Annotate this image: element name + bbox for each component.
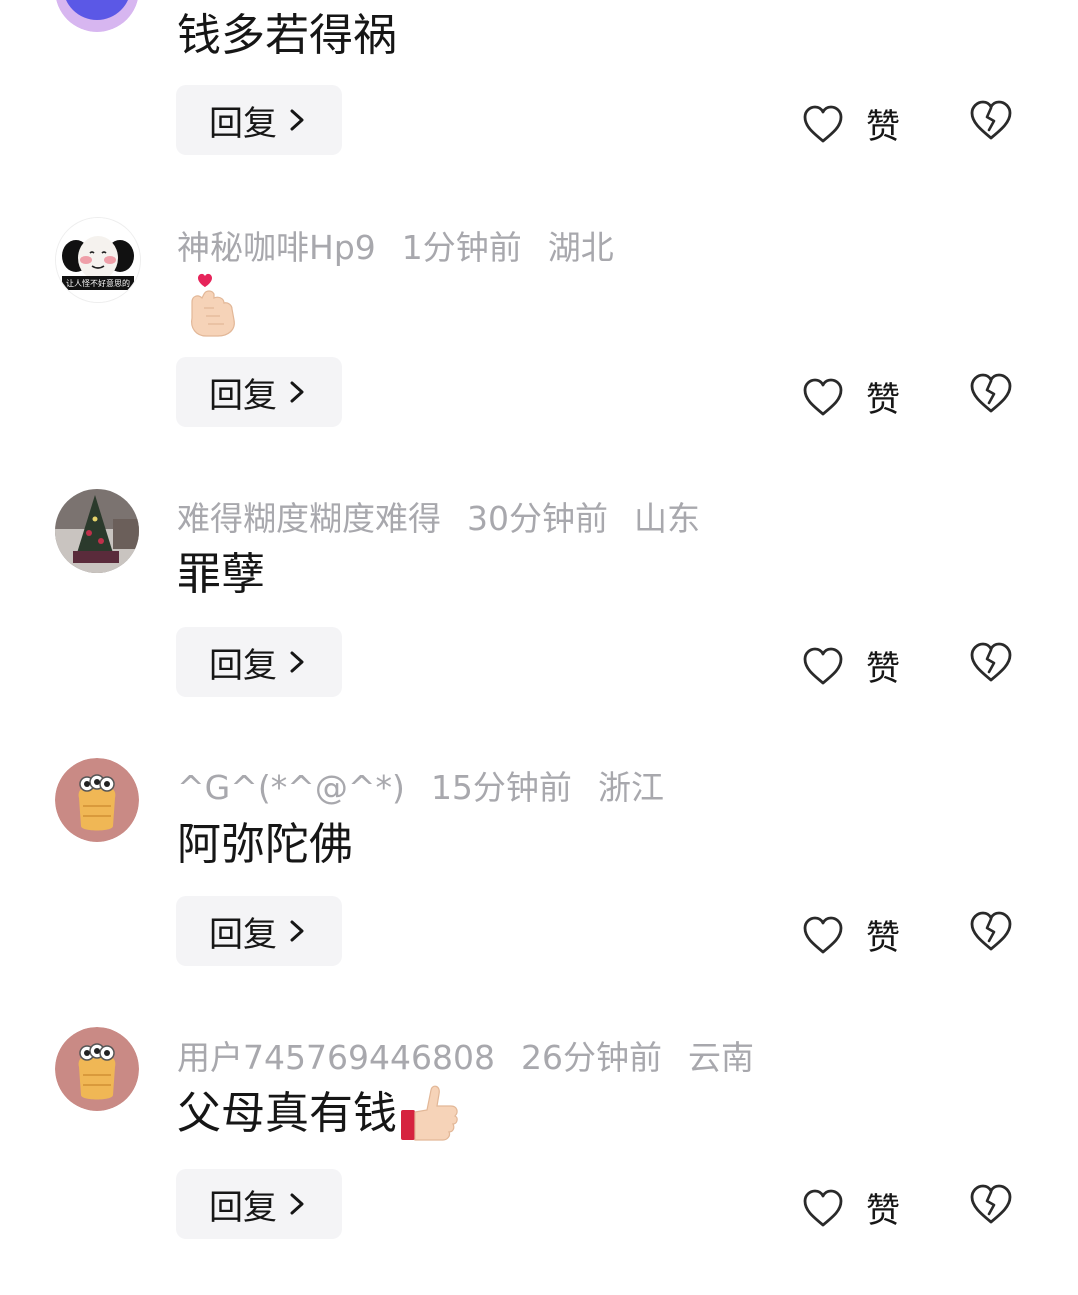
chevron-right-icon (290, 1193, 304, 1215)
heart-outline-icon (803, 647, 843, 684)
reply-button[interactable]: 回复 (176, 357, 342, 427)
reply-label: 回复 (209, 914, 277, 955)
dislike-button[interactable] (969, 99, 1013, 145)
broken-heart-icon (970, 911, 1012, 951)
bread-creature-avatar-icon (55, 758, 139, 842)
bread-creature-avatar-icon (55, 1027, 139, 1111)
reply-button[interactable]: 回复 (176, 1169, 342, 1239)
avatar[interactable] (55, 489, 139, 573)
like-label: 赞 (866, 107, 900, 147)
avatar[interactable] (55, 1027, 139, 1111)
username[interactable]: 难得糊度糊度难得 (177, 499, 441, 538)
avatar[interactable]: 让人怪不好意思的 (55, 217, 141, 303)
chevron-right-icon (290, 920, 304, 942)
region: 云南 (687, 1038, 754, 1077)
reply-label: 回复 (209, 645, 277, 686)
region: 浙江 (597, 768, 664, 807)
comment-meta: 用户745769446808 26分钟前 云南 (177, 1031, 780, 1079)
reply-button[interactable]: 回复 (176, 896, 342, 966)
avatar[interactable] (55, 758, 139, 842)
username[interactable]: ^G^(*^@^*) (177, 768, 405, 807)
timestamp: 30分钟前 (467, 499, 608, 538)
dislike-button[interactable] (969, 1183, 1013, 1229)
comment-meta: ^G^(*^@^*) 15分钟前 浙江 (177, 761, 690, 809)
region: 湖北 (547, 228, 614, 267)
reply-button[interactable]: 回复 (176, 627, 342, 697)
comment-meta: 难得糊度糊度难得 30分钟前 山东 (177, 492, 726, 540)
reply-label: 回复 (209, 375, 277, 416)
broken-heart-icon (970, 373, 1012, 413)
reply-label: 回复 (209, 103, 277, 144)
region: 山东 (634, 499, 700, 538)
username[interactable]: 神秘咖啡Hp9 (177, 228, 376, 267)
heart-outline-icon (803, 105, 843, 142)
finger-heart-emoji (184, 272, 242, 342)
like-label: 赞 (866, 380, 900, 420)
heart-outline-icon (803, 378, 843, 415)
reply-button[interactable]: 回复 (176, 85, 342, 155)
heart-outline-icon (803, 1189, 843, 1226)
chevron-right-icon (290, 651, 304, 673)
like-label: 赞 (866, 918, 900, 958)
sticker-text: 让人怪不好意思的 (66, 278, 130, 288)
like-label: 赞 (866, 649, 900, 689)
comment-text-row: 父母真有钱 (177, 1085, 461, 1144)
broken-heart-icon (970, 1184, 1012, 1224)
like-button[interactable]: 赞 (802, 1183, 900, 1232)
purple-avatar-icon (56, 0, 138, 32)
chevron-right-icon (290, 381, 304, 403)
like-button[interactable]: 赞 (802, 910, 900, 959)
panda-meme-avatar-icon: 让人怪不好意思的 (56, 218, 140, 302)
chevron-right-icon (290, 109, 304, 131)
comment-text: 罪孽 (177, 549, 265, 600)
dislike-button[interactable] (969, 910, 1013, 956)
comment-text: 父母真有钱 (177, 1088, 397, 1139)
username[interactable]: 用户745769446808 (177, 1038, 495, 1077)
like-button[interactable]: 赞 (802, 99, 900, 148)
comment-text: 钱多若得祸 (177, 10, 397, 61)
avatar[interactable] (55, 0, 139, 32)
broken-heart-icon (970, 100, 1012, 140)
dislike-button[interactable] (969, 372, 1013, 418)
dislike-button[interactable] (969, 641, 1013, 687)
christmas-tree-avatar-icon (55, 489, 139, 573)
reply-label: 回复 (209, 1187, 277, 1228)
timestamp: 26分钟前 (520, 1038, 662, 1077)
like-button[interactable]: 赞 (802, 372, 900, 421)
thumbs-up-emoji (401, 1085, 458, 1141)
like-label: 赞 (866, 1191, 900, 1231)
comment-text: 阿弥陀佛 (177, 819, 353, 870)
timestamp: 1分钟前 (401, 228, 522, 267)
like-button[interactable]: 赞 (802, 641, 900, 690)
timestamp: 15分钟前 (430, 768, 572, 807)
comment-meta: 神秘咖啡Hp9 1分钟前 湖北 (177, 221, 640, 269)
heart-outline-icon (803, 916, 843, 953)
broken-heart-icon (970, 642, 1012, 682)
